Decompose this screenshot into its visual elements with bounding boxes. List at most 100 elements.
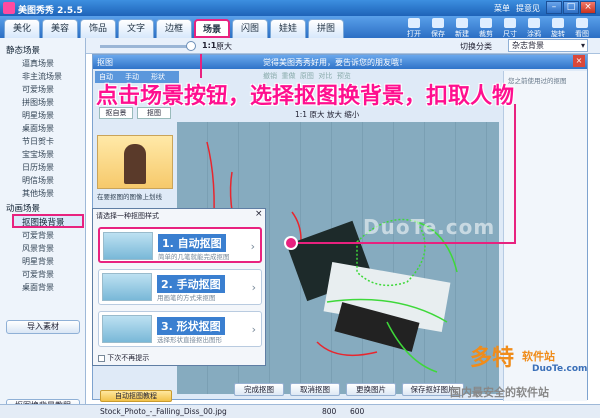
- maximize-button[interactable]: □: [563, 1, 579, 14]
- option-auto-cutout[interactable]: 1. 自动抠图 简单的几笔就能完成抠图 ›: [98, 227, 262, 263]
- sidebar-item[interactable]: 宝宝场景: [22, 149, 54, 160]
- option-name: 2. 手动抠图: [157, 275, 225, 293]
- duote-watermark: 多特 软件站 DuoTe.com 国内最安全的软件站: [450, 340, 600, 404]
- checkbox-box[interactable]: [98, 354, 105, 362]
- sidebar-item[interactable]: 可爱背景: [22, 230, 54, 241]
- tab-beautify[interactable]: 美化: [4, 19, 40, 38]
- folder-icon: [408, 18, 420, 28]
- auto-cutout-tutorial-button[interactable]: 自动抠图教程: [100, 390, 172, 402]
- menu-link[interactable]: 菜单: [494, 3, 510, 14]
- feedback-link[interactable]: 提意见: [516, 3, 540, 14]
- watermark-slogan: 国内最安全的软件站: [450, 386, 549, 399]
- import-material-button[interactable]: 导入素材: [6, 320, 80, 334]
- rotate-button[interactable]: 旋转: [548, 18, 568, 38]
- sidebar-item[interactable]: 拼图场景: [22, 97, 54, 108]
- tab-text[interactable]: 文字: [118, 19, 154, 38]
- sidebar-item[interactable]: 可爱背景: [22, 269, 54, 280]
- cutout-style-dialog: 请选择一种抠图样式 × 1. 自动抠图 简单的几笔就能完成抠图 › 2. 手动抠…: [92, 208, 266, 366]
- category-select[interactable]: 杂志背景 ▾: [508, 39, 588, 52]
- view-button[interactable]: 看图: [572, 18, 592, 38]
- option-name: 3. 形状抠图: [157, 317, 225, 335]
- tab-scene[interactable]: 场景: [194, 19, 230, 38]
- zoom-slider-handle[interactable]: [186, 41, 196, 51]
- category-label: 切换分类: [460, 42, 492, 51]
- static-scene-header[interactable]: 静态场景: [6, 44, 40, 56]
- option-manual-cutout[interactable]: 2. 手动抠图 用画笔的方式来抠图 ›: [98, 269, 262, 305]
- editor-close-button[interactable]: ×: [573, 55, 585, 67]
- chevron-right-icon: ›: [250, 240, 255, 253]
- watermark-url-canvas: DuoTe.com: [363, 215, 496, 239]
- rotate-icon: [552, 18, 564, 28]
- tab-frame[interactable]: 边框: [156, 19, 192, 38]
- option-desc: 选择形状直接抠出图形: [157, 336, 222, 344]
- guide-target-dot: [284, 236, 298, 250]
- editor-zoom-ratio: 1:1: [295, 110, 308, 119]
- sidebar-item[interactable]: 节日贺卡: [22, 136, 54, 147]
- dialog-close-icon[interactable]: ×: [255, 209, 263, 219]
- guide-line: [514, 104, 516, 242]
- sidebar-item[interactable]: 逼真场景: [22, 58, 54, 69]
- option-desc: 简单的几笔就能完成抠图: [158, 253, 230, 261]
- dont-show-checkbox[interactable]: 下次不再提示: [98, 353, 149, 363]
- watermark-url: DuoTe.com: [532, 364, 588, 374]
- status-filename: Stock_Photo_-_Falling_Diss_00.jpg: [100, 407, 227, 416]
- change-image-button[interactable]: 更换图片: [346, 383, 396, 396]
- editor-zoom-in-button[interactable]: 放大: [327, 110, 342, 119]
- tab-cosmetic[interactable]: 美容: [42, 19, 78, 38]
- editor-zoom-out-button[interactable]: 缩小: [344, 110, 359, 119]
- editor-subtitle: 觉得美图秀秀好用，要告诉您的朋友哦！: [263, 58, 407, 67]
- doodle-button[interactable]: 涂鸦: [524, 18, 544, 38]
- crop-button[interactable]: 裁剪: [476, 18, 496, 38]
- sidebar-item[interactable]: 明信场景: [22, 175, 54, 186]
- sidebar-item[interactable]: 风景背景: [22, 243, 54, 254]
- zoom-slider[interactable]: [100, 45, 190, 48]
- option-shape-cutout[interactable]: 3. 形状抠图 选择形状直接抠出图形 ›: [98, 311, 262, 347]
- option-desc: 用画笔的方式来抠图: [157, 294, 216, 302]
- zoom-toolbar: 1:1 原大 切换分类 杂志背景 ▾: [0, 38, 600, 54]
- option-name: 1. 自动抠图: [158, 234, 226, 252]
- status-width: 800: [322, 407, 337, 416]
- sidebar-item[interactable]: 明星场景: [22, 110, 54, 121]
- crop-icon: [480, 18, 492, 28]
- save-button[interactable]: 保存: [428, 18, 448, 38]
- finish-cutout-button[interactable]: 完成抠图: [234, 383, 284, 396]
- sidebar-item[interactable]: 明星背景: [22, 256, 54, 267]
- tab-collage[interactable]: 拼图: [308, 19, 344, 38]
- brush-icon: [528, 18, 540, 28]
- editor-title-bar: 抠图 觉得美图秀秀好用，要告诉您的朋友哦！ ×: [93, 55, 587, 69]
- cancel-cutout-button[interactable]: 取消抠图: [290, 383, 340, 396]
- status-bar: Stock_Photo_-_Falling_Diss_00.jpg 800 60…: [0, 404, 600, 418]
- watermark-brand: 多特: [470, 346, 515, 371]
- editor-actual-button[interactable]: 原大: [309, 110, 324, 119]
- sidebar-item[interactable]: 桌面背景: [22, 282, 54, 293]
- close-button[interactable]: ×: [580, 1, 596, 14]
- guide-line: [200, 54, 202, 78]
- sidebar-item[interactable]: 日历场景: [22, 162, 54, 173]
- manual-cutout-thumbnail: [102, 273, 152, 301]
- editor-zoom-row: 1:1 原大 放大 缩小: [295, 109, 359, 120]
- dialog-title: 请选择一种抠图样式: [96, 212, 159, 220]
- sidebar-item[interactable]: 其他场景: [22, 188, 54, 199]
- anim-scene-header[interactable]: 动画场景: [6, 202, 40, 214]
- cutout-background-label: 抠图换背景: [22, 218, 65, 228]
- app-logo-icon: [3, 2, 15, 14]
- auto-cutout-thumbnail: [103, 232, 153, 260]
- chevron-right-icon: ›: [251, 281, 256, 294]
- sidebar-item[interactable]: 桌面场景: [22, 123, 54, 134]
- open-button[interactable]: 打开: [404, 18, 424, 38]
- guide-line: [292, 242, 516, 244]
- eye-icon: [576, 18, 588, 28]
- actual-size-button[interactable]: 原大: [216, 41, 232, 52]
- app-title: 美图秀秀 2.5.5: [18, 6, 83, 16]
- sidebar-item[interactable]: 可爱场景: [22, 84, 54, 95]
- sidebar-item[interactable]: 非主流场景: [22, 71, 62, 82]
- new-button[interactable]: 新建: [452, 18, 472, 38]
- size-button[interactable]: 尺寸: [500, 18, 520, 38]
- tab-accessory[interactable]: 饰品: [80, 19, 116, 38]
- minimize-button[interactable]: –: [546, 1, 562, 14]
- tab-doll[interactable]: 娃娃: [270, 19, 306, 38]
- history-label: 您之前使用过的抠图: [508, 77, 567, 85]
- tab-flash[interactable]: 闪图: [232, 19, 268, 38]
- hint-figure: [124, 144, 146, 184]
- ruler-icon: [504, 18, 516, 28]
